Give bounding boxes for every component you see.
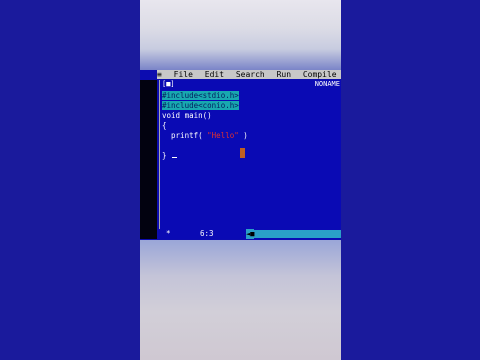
editor-window[interactable]: [■] NONAME #include<stdio.h> #include<co…: [159, 80, 341, 230]
text-cursor: [240, 148, 245, 158]
menu-run[interactable]: Run: [277, 70, 291, 79]
turbo-c-editor: ≡ File Edit Search Run Compile [■] NONAM…: [140, 70, 341, 240]
menu-search[interactable]: Search: [236, 70, 265, 79]
code-string: "Hello": [207, 131, 239, 140]
video-frame: ≡ File Edit Search Run Compile [■] NONAM…: [140, 0, 341, 360]
menu-bar: ≡ File Edit Search Run Compile: [157, 70, 341, 79]
code-line-4: {: [162, 121, 167, 130]
code-area[interactable]: #include<stdio.h> #include<conio.h> void…: [162, 91, 248, 161]
code-line-5-prefix: printf(: [162, 131, 208, 140]
code-line-3: void main(): [162, 111, 212, 120]
code-line-2: #include<conio.h>: [162, 101, 239, 110]
system-menu[interactable]: ≡: [157, 70, 162, 79]
scroll-left-icon[interactable]: ◄■: [246, 229, 255, 239]
code-line-1: #include<stdio.h>: [162, 91, 239, 100]
file-name: NONAME: [314, 80, 340, 88]
window-titlebar: [■] NONAME: [160, 80, 341, 89]
menu-file[interactable]: File: [174, 70, 193, 79]
right-backdrop: [341, 0, 480, 360]
horizontal-scrollbar[interactable]: [249, 230, 341, 238]
status-bar: * 6:3 ◄■: [159, 229, 341, 239]
top-blur: [140, 0, 341, 70]
menu-edit[interactable]: Edit: [205, 70, 224, 79]
caret-mark: [172, 157, 177, 158]
close-button[interactable]: [■]: [162, 80, 175, 89]
modified-indicator: *: [166, 229, 171, 238]
cursor-position: 6:3: [200, 229, 214, 238]
menu-compile[interactable]: Compile: [303, 70, 337, 79]
left-shadow: [140, 80, 157, 239]
left-backdrop: [0, 0, 140, 360]
code-line-7: }: [162, 151, 167, 160]
bottom-blur: [140, 240, 341, 360]
code-line-5-suffix: ): [238, 131, 248, 140]
